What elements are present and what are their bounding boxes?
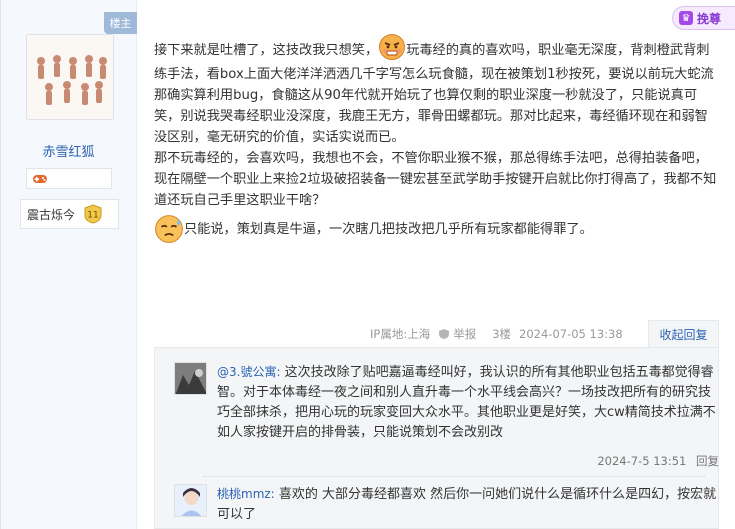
shield-report-icon <box>439 329 450 339</box>
promo-label: 挽尊 <box>697 11 722 26</box>
sub-reply-avatar[interactable] <box>174 484 207 517</box>
avatar-image <box>27 35 113 119</box>
crown-icon: ♛ <box>679 11 693 25</box>
post-para1-start: 接下来就是吐槽了，这技改我只想笑， <box>154 43 379 58</box>
author-column: 楼主 赤雪红狐 震古烁今 11 <box>0 0 137 529</box>
sweat-face-emoji <box>155 215 183 243</box>
sub-reply-meta: 2024-7-5 13:51 回复 <box>169 453 719 469</box>
avatar-image <box>175 363 206 394</box>
column-divider <box>0 0 1 529</box>
report-label: 举报 <box>453 327 477 341</box>
sub-reply-avatar[interactable] <box>174 362 207 395</box>
post-paragraph-1: 接下来就是吐槽了，这技改我只想笑， 玩毒经的真的喜欢吗，职业毫无深度，背刺橙武背… <box>154 34 719 148</box>
report-button[interactable]: 举报 <box>438 326 484 342</box>
level-label: 震古烁今 <box>27 207 76 222</box>
avatar-image <box>175 485 206 516</box>
op-badge: 楼主 <box>104 12 137 34</box>
post-time: 2024-07-05 13:38 <box>519 327 623 341</box>
author-icon-box <box>26 168 112 189</box>
gamepad-icon[interactable] <box>32 173 48 185</box>
post-paragraph-2: 那不玩毒经的，会喜欢吗，我想也不会，不管你职业猴不猴，那总得练手法吧，总得拍装备… <box>154 151 717 208</box>
post-para1-rest: 玩毒经的真的喜欢吗，职业毫无深度，背刺橙武背刺练手法，看box上面大佬洋洋洒洒几… <box>154 43 714 145</box>
sub-reply-reply-button[interactable]: 回复 <box>696 454 719 468</box>
post-para3-text: 只能说，策划真是牛逼，一次瞎几把技改把几乎所有玩家都能得罪了。 <box>184 222 593 237</box>
sub-reply-text: 这次技改除了贴吧嘉逼毒经叫好，我认识的所有其他职业包括五毒都觉得睿智。对于本体毒… <box>217 365 716 440</box>
level-badge-icon: 11 <box>84 204 102 224</box>
collapse-replies-button[interactable]: 收起回复 <box>648 320 719 348</box>
level-box[interactable]: 震古烁今 11 <box>20 199 119 229</box>
sub-reply-user[interactable]: 桃桃mmz: <box>217 487 275 501</box>
sub-reply-user[interactable]: @3.號公寓: <box>217 365 281 379</box>
sub-reply-section: @3.號公寓: 这次技改除了贴吧嘉逼毒经叫好，我认识的所有其他职业包括五毒都觉得… <box>154 347 719 529</box>
avatar[interactable] <box>26 34 114 120</box>
ip-location: IP属地:上海 <box>370 327 431 341</box>
sub-reply-divider <box>203 476 705 477</box>
sub-reply-content: @3.號公寓: 这次技改除了贴吧嘉逼毒经叫好，我认识的所有其他职业包括五毒都觉得… <box>217 362 717 443</box>
angry-face-emoji <box>379 34 406 60</box>
floor-number: 3楼 <box>492 327 512 341</box>
sub-reply-content: 桃桃mmz: 喜欢的 大部分毒经都喜欢 然后你一问她们说什么是循环什么是四幻，按… <box>217 484 717 525</box>
post-paragraph-3: 只能说，策划真是牛逼，一次瞎几把技改把几乎所有玩家都能得罪了。 <box>154 214 719 244</box>
sub-reply-time: 2024-7-5 13:51 <box>597 454 687 468</box>
promo-button[interactable]: ♛ 挽尊 <box>672 6 735 30</box>
author-name[interactable]: 赤雪红狐 <box>0 141 137 160</box>
sub-reply-text: 喜欢的 大部分毒经都喜欢 然后你一问她们说什么是循环什么是四幻，按宏就可以了 <box>217 487 717 522</box>
level-number: 11 <box>87 211 98 221</box>
post-content: 接下来就是吐槽了，这技改我只想笑， 玩毒经的真的喜欢吗，职业毫无深度，背刺橙武背… <box>154 34 719 244</box>
